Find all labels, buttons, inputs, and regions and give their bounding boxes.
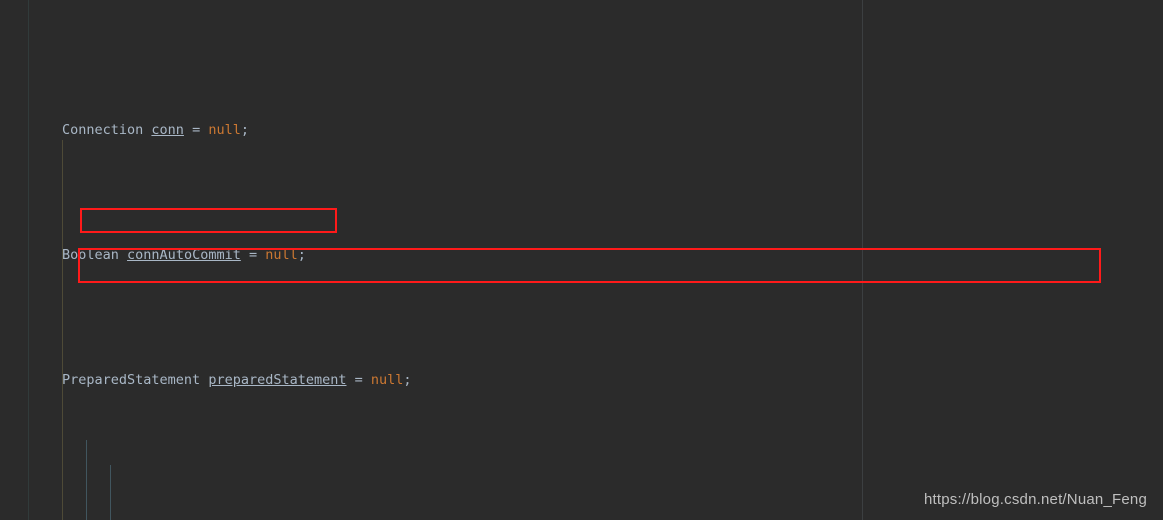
token-variable: conn [151, 122, 184, 138]
code-line-3: PreparedStatement preparedStatement = nu… [0, 368, 1163, 393]
token-equals: = [240, 247, 266, 263]
token-semicolon: ; [403, 372, 412, 388]
code-line-1: Connection conn = null; [0, 118, 1163, 143]
code-content[interactable]: Connection conn = null; Boolean connAuto… [0, 0, 1163, 520]
token-type: Connection [62, 122, 144, 138]
token-type: PreparedStatement [62, 372, 201, 388]
token-equals: = [183, 122, 209, 138]
token-null: null [265, 247, 298, 263]
token-semicolon: ; [240, 122, 249, 138]
token-variable: preparedStatement [208, 372, 347, 388]
token-variable: connAutoCommit [127, 247, 241, 263]
code-line-2: Boolean connAutoCommit = null; [0, 243, 1163, 268]
token-semicolon: ; [297, 247, 306, 263]
token-equals: = [346, 372, 371, 388]
watermark-blog-url: https://blog.csdn.net/Nuan_Feng [923, 491, 1147, 508]
code-editor-screenshot: Connection conn = null; Boolean connAuto… [0, 0, 1163, 520]
token-null: null [208, 122, 241, 138]
token-null: null [370, 372, 404, 388]
token-type: Boolean [62, 247, 119, 263]
